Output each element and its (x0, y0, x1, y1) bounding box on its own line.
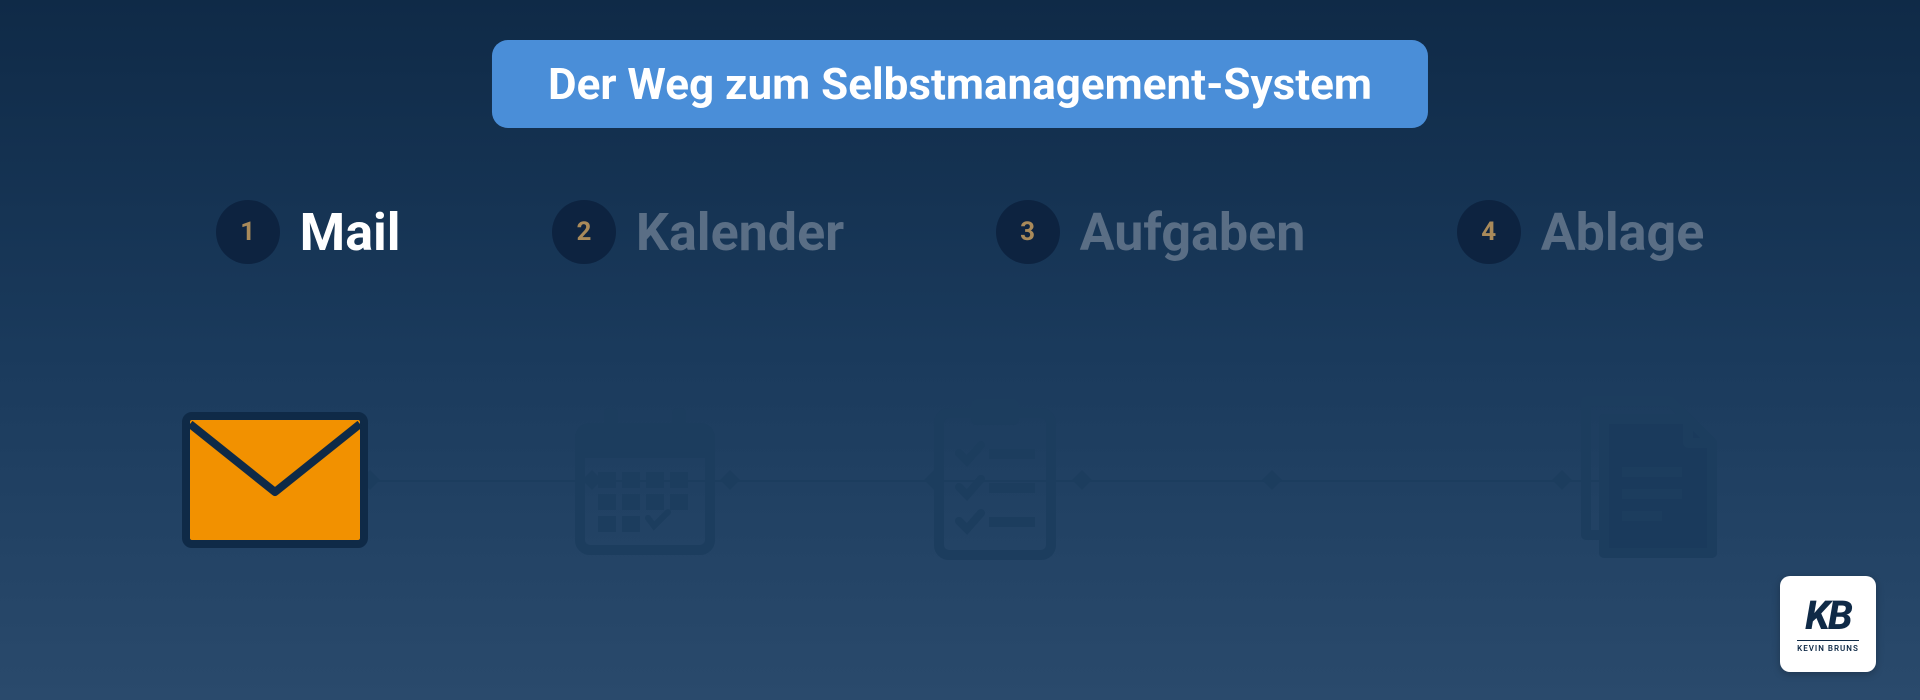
step-mail: 1 Mail (216, 200, 401, 264)
brand-logo: KB KEVIN BRUNS (1780, 576, 1876, 672)
clipboard-icon (895, 395, 1095, 565)
document-icon (1555, 395, 1745, 565)
step-number: 1 (216, 200, 280, 264)
step-number: 2 (552, 200, 616, 264)
calendar-icon (545, 395, 745, 565)
step-label: Kalender (636, 202, 844, 263)
logo-subtext: KEVIN BRUNS (1797, 640, 1859, 653)
title-badge: Der Weg zum Selbstmanagement-System (492, 40, 1428, 128)
icons-row (175, 395, 1745, 565)
step-label: Mail (300, 202, 401, 263)
logo-mark: KB (1805, 596, 1851, 636)
connector-diamond (1262, 470, 1282, 490)
step-ablage: 4 Ablage (1457, 200, 1705, 264)
step-label: Aufgaben (1080, 202, 1306, 263)
step-kalender: 2 Kalender (552, 200, 844, 264)
mail-icon (175, 395, 375, 565)
step-number: 4 (1457, 200, 1521, 264)
step-label: Ablage (1541, 202, 1705, 263)
step-aufgaben: 3 Aufgaben (996, 200, 1306, 264)
step-number: 3 (996, 200, 1060, 264)
steps-row: 1 Mail 2 Kalender 3 Aufgaben 4 Ablage (0, 200, 1920, 264)
